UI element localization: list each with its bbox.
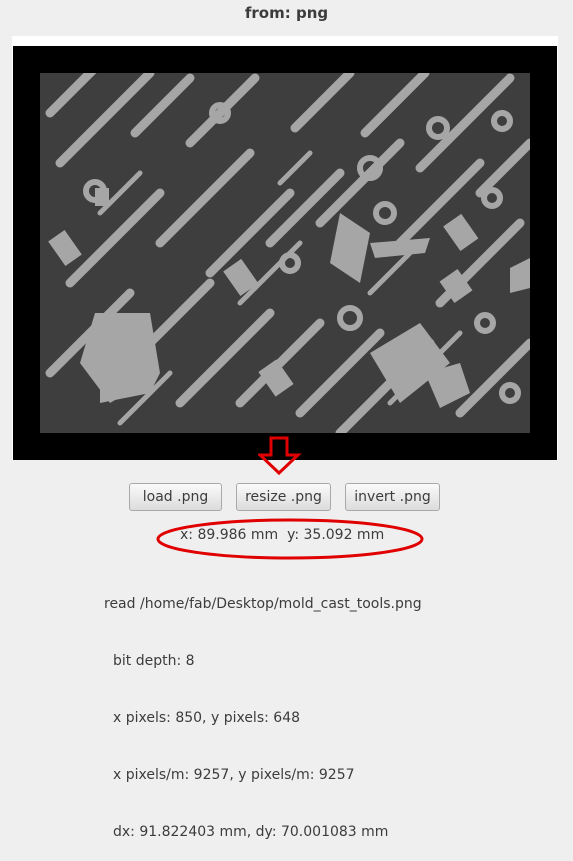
- load-png-button[interactable]: load .png: [129, 483, 222, 511]
- down-arrow-icon: [258, 436, 302, 476]
- bit-depth-text: bit depth: 8: [113, 653, 195, 669]
- tools-pattern-graphic: [40, 73, 530, 433]
- tools-image: [40, 73, 530, 433]
- image-size-text: dx: 91.822403 mm, dy: 70.001083 mm: [113, 824, 389, 840]
- window-title: from: png: [244, 4, 329, 22]
- read-path-text: read /home/fab/Desktop/mold_cast_tools.p…: [104, 596, 422, 612]
- file-info-panel: read /home/fab/Desktop/mold_cast_tools.p…: [104, 557, 422, 861]
- invert-png-button[interactable]: invert .png: [345, 483, 440, 511]
- image-canvas-panel: [12, 36, 558, 460]
- image-frame: [13, 46, 557, 460]
- pixels-per-meter-text: x pixels/m: 9257, y pixels/m: 9257: [113, 767, 355, 783]
- pixel-count-text: x pixels: 850, y pixels: 648: [113, 710, 301, 726]
- resize-png-button[interactable]: resize .png: [236, 483, 331, 511]
- cursor-position-readout: x: 89.986 mm y: 35.092 mm: [180, 527, 385, 543]
